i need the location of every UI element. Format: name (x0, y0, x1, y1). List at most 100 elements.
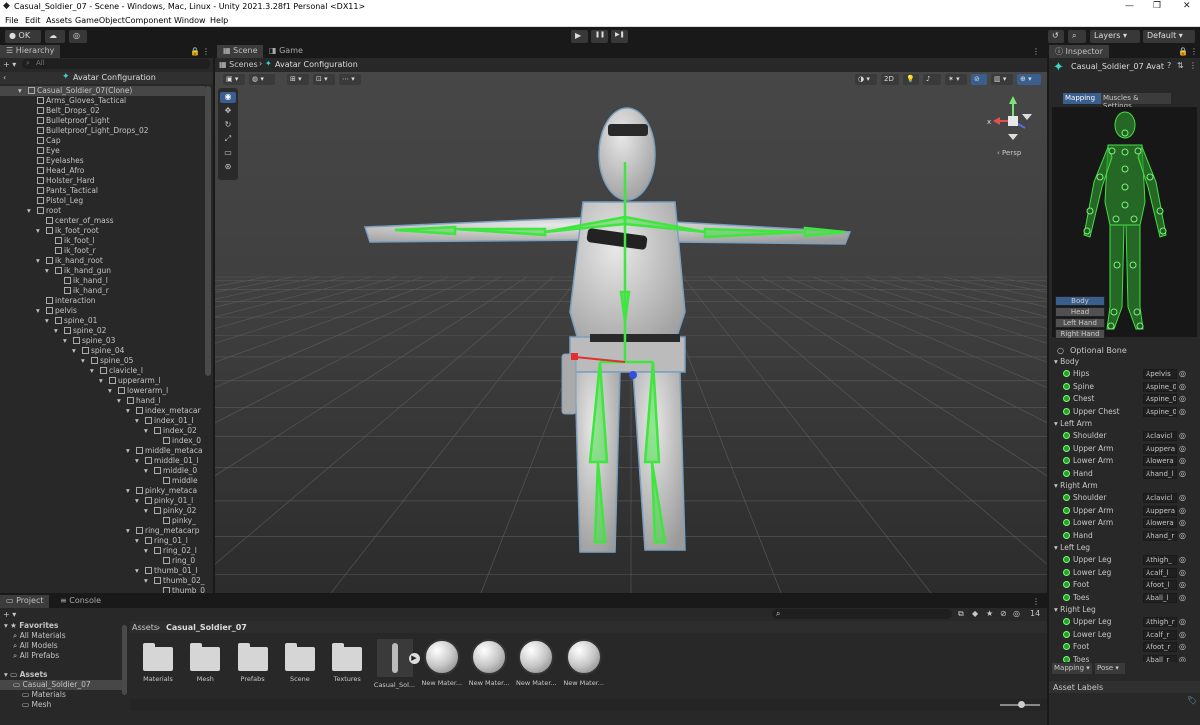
menu-file[interactable]: File (5, 16, 18, 25)
step-button[interactable]: ▶❚ (611, 30, 628, 43)
hierarchy-item[interactable]: ▾ clavicle_l (0, 366, 205, 376)
asset-item[interactable]: ▶ Casual_Sol... (373, 639, 420, 689)
bone-field[interactable]: ⅄spine_0 (1143, 394, 1177, 404)
scene-canvas[interactable] (215, 72, 1047, 593)
project-tree-item[interactable]: ▭ Materials (0, 690, 122, 700)
hierarchy-item[interactable]: Holster_Hard (0, 176, 205, 186)
hierarchy-item[interactable]: ▾ index_metacar (0, 406, 205, 416)
expand-arrow-icon[interactable]: ▾ (126, 526, 130, 535)
bone-field[interactable]: ⅄foot_l (1143, 580, 1177, 590)
bone-group-header[interactable]: ▾ Left Leg (1054, 543, 1090, 552)
expand-arrow-icon[interactable]: ▾ (27, 206, 31, 215)
expand-arrow-icon[interactable]: ▾ (90, 366, 94, 375)
hierarchy-item[interactable]: ▾ spine_05 (0, 356, 205, 366)
tree-scrollbar[interactable] (122, 625, 127, 695)
hierarchy-item[interactable]: ▾ root (0, 206, 205, 216)
hierarchy-item[interactable]: ▾ ik_hand_root (0, 256, 205, 266)
project-tree-item[interactable]: ▭ Mesh (0, 700, 122, 710)
toggle-2d-button[interactable]: 2D (881, 74, 899, 85)
tab-body[interactable]: Body (1055, 296, 1105, 306)
hierarchy-item[interactable]: Arms_Gloves_Tactical (0, 96, 205, 106)
tab-game[interactable]: ◨ Game (263, 45, 309, 58)
object-picker-icon[interactable]: ◎ (1179, 568, 1186, 577)
hierarchy-search-input[interactable]: ⌕ All (22, 59, 210, 69)
bone-group-header[interactable]: ▾ Right Leg (1054, 605, 1096, 614)
asset-item[interactable]: Mesh (183, 643, 227, 683)
menu-assets[interactable]: Assets (46, 16, 72, 25)
bone-field[interactable]: ⅄spine_0 (1143, 406, 1177, 417)
expand-arrow-icon[interactable]: ▾ (72, 346, 76, 355)
object-picker-icon[interactable]: ◎ (1179, 456, 1186, 465)
menu-edit[interactable]: Edit (25, 16, 41, 25)
hierarchy-item[interactable]: ▾ ring_02_l (0, 546, 205, 556)
bone-field[interactable]: ⅄hand_r (1143, 530, 1177, 541)
layout-dropdown[interactable]: Default ▾ (1143, 30, 1195, 43)
hidden-objects-toggle[interactable]: ⊘ (971, 74, 987, 85)
account-button[interactable]: ● OK (5, 30, 41, 43)
bone-field[interactable]: ⅄uppera (1143, 443, 1177, 454)
hierarchy-item[interactable]: ▾ ring_metacarp (0, 526, 205, 536)
more-icon[interactable]: ⋮ (1032, 47, 1040, 56)
mapping-dropdown[interactable]: Mapping ▾ (1052, 663, 1092, 674)
hierarchy-item[interactable]: center_of_mass (0, 216, 205, 226)
bone-field[interactable]: ⅄thigh_ (1143, 555, 1177, 565)
bone-field[interactable]: ⅄thigh_r (1143, 617, 1177, 627)
expand-arrow-icon[interactable]: ▾ (126, 446, 130, 455)
object-picker-icon[interactable]: ◎ (1179, 518, 1186, 527)
asset-item[interactable]: Textures (325, 643, 369, 683)
object-picker-icon[interactable]: ◎ (1179, 617, 1186, 626)
bone-field[interactable]: ⅄spine_0 (1143, 381, 1177, 392)
expand-arrow-icon[interactable]: ▾ (36, 256, 40, 265)
bone-field[interactable]: ⅄calf_r (1143, 629, 1177, 640)
z-axis-handle[interactable] (629, 371, 637, 379)
hierarchy-item[interactable]: ▾ spine_04 (0, 346, 205, 356)
hierarchy-item[interactable]: ▾ pinky_01_l (0, 496, 205, 506)
tag-icon[interactable]: 🏷 (1187, 696, 1197, 705)
hierarchy-item[interactable]: ▾ lowerarm_l (0, 386, 205, 396)
maximize-button[interactable]: ❐ (1153, 1, 1161, 11)
tab-console[interactable]: ≡ Console (54, 595, 108, 608)
help-icon[interactable]: ? (1167, 61, 1171, 70)
hierarchy-item[interactable]: ▾ middle_01_l (0, 456, 205, 466)
expand-arrow-icon[interactable]: ▾ (144, 426, 148, 435)
object-picker-icon[interactable]: ◎ (1179, 642, 1186, 651)
expand-arrow-icon[interactable]: ▾ (135, 496, 139, 505)
pose-dropdown[interactable]: Pose ▾ (1095, 663, 1125, 674)
hierarchy-item[interactable]: Bulletproof_Light (0, 116, 205, 126)
hierarchy-item[interactable]: ik_foot_r (0, 246, 205, 256)
history-button[interactable]: ↺ (1048, 30, 1064, 43)
object-picker-icon[interactable]: ◎ (1179, 580, 1186, 589)
asset-item[interactable]: New Mater... (562, 639, 606, 687)
bone-field[interactable]: ⅄clavicl (1143, 493, 1177, 503)
tab-right-hand[interactable]: Right Hand (1055, 329, 1105, 339)
menu-help[interactable]: Help (210, 16, 228, 25)
expand-arrow-icon[interactable]: ▾ (144, 506, 148, 515)
hierarchy-item[interactable]: Eye (0, 146, 205, 156)
object-picker-icon[interactable]: ◎ (1179, 593, 1186, 602)
close-button[interactable]: ✕ (1183, 1, 1191, 11)
more-icon[interactable]: ⋮ (202, 47, 210, 56)
hierarchy-item[interactable]: ▾ spine_03 (0, 336, 205, 346)
menu-component[interactable]: Component (125, 16, 171, 25)
object-picker-icon[interactable]: ◎ (1179, 506, 1186, 515)
view-tool-button[interactable]: ◉ (220, 92, 236, 103)
bone-field[interactable]: ⅄ball_r (1143, 654, 1177, 662)
label-filter-icon[interactable]: ◆ (972, 609, 978, 618)
bone-field[interactable]: ⅄calf_l (1143, 567, 1177, 578)
project-tree-item[interactable]: ⌕ All Materials (0, 631, 122, 641)
expand-arrow-icon[interactable]: ▾ (63, 336, 67, 345)
tab-inspector[interactable]: ⓘ Inspector (1049, 45, 1109, 58)
asset-item[interactable]: New Mater... (467, 639, 511, 687)
hierarchy-item[interactable]: Eyelashes (0, 156, 205, 166)
lock-icon[interactable]: 🔒 (190, 47, 200, 56)
bone-field[interactable]: ⅄lowera (1143, 456, 1177, 466)
expand-arrow-icon[interactable]: ▾ (126, 406, 130, 415)
project-tree-item[interactable]: ⌕ All Models (0, 641, 122, 651)
object-picker-icon[interactable]: ◎ (1179, 431, 1186, 440)
hierarchy-item[interactable]: index_0 (0, 436, 205, 446)
object-picker-icon[interactable]: ◎ (1179, 469, 1186, 478)
hierarchy-item[interactable]: ik_foot_l (0, 236, 205, 246)
more-icon[interactable]: ⋮ (1032, 597, 1040, 606)
expand-arrow-icon[interactable]: ▾ (126, 486, 130, 495)
project-tree-item[interactable]: ▾ ▭ Assets (0, 670, 122, 680)
